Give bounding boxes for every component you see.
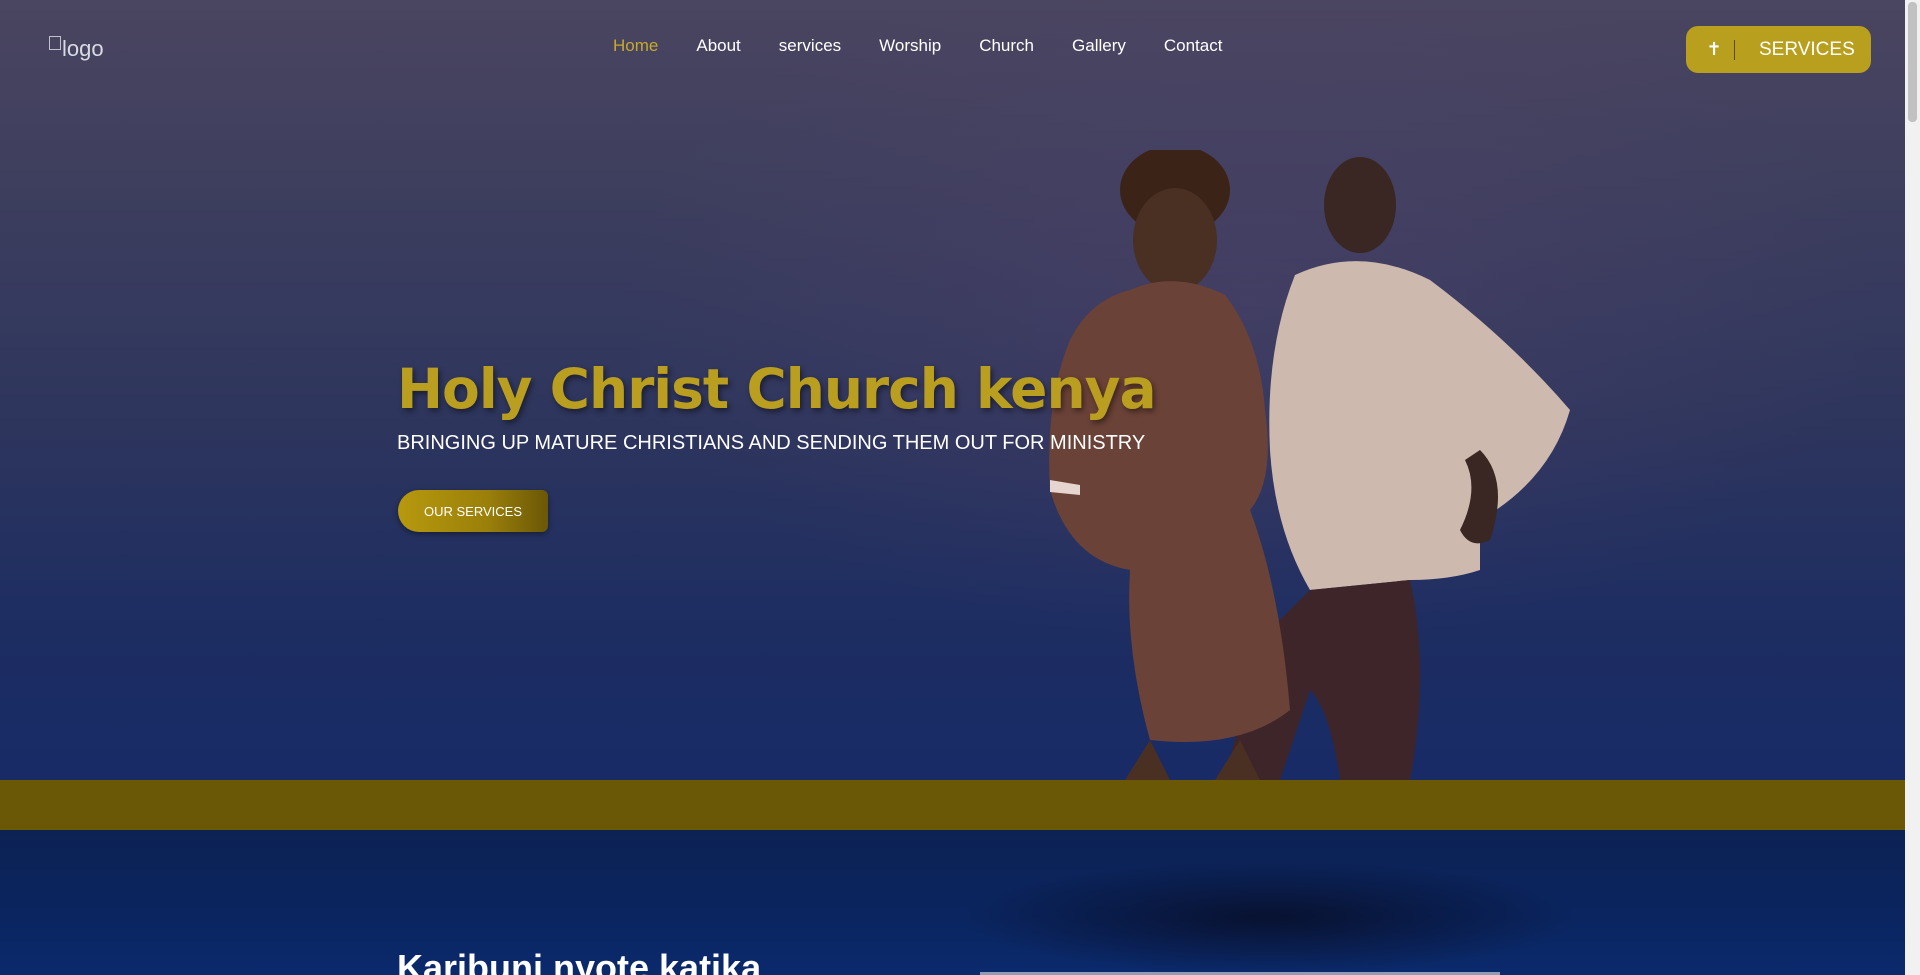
cross-icon: ✝ xyxy=(1706,39,1722,59)
hero-title: Holy Christ Church kenya xyxy=(397,357,1157,421)
logo[interactable]: logo xyxy=(49,36,109,66)
broken-image-icon xyxy=(49,36,61,50)
services-button-label: SERVICES xyxy=(1759,38,1855,60)
button-separator xyxy=(1734,39,1735,60)
welcome-title: Karibuni nyote katika xyxy=(397,947,762,975)
nav-services[interactable]: services xyxy=(779,36,841,56)
logo-alt-text: logo xyxy=(62,36,104,61)
page-viewport: logo Home About services Worship Church … xyxy=(0,0,1905,975)
nav-home[interactable]: Home xyxy=(613,36,658,56)
hero-subtitle: BRINGING UP MATURE CHRISTIANS AND SENDIN… xyxy=(397,432,1146,454)
scrollbar-thumb[interactable] xyxy=(1908,2,1917,122)
nav-worship[interactable]: Worship xyxy=(879,36,941,56)
our-services-button[interactable]: OUR SERVICES xyxy=(398,490,548,532)
nav-gallery[interactable]: Gallery xyxy=(1072,36,1126,56)
main-nav: Home About services Worship Church Galle… xyxy=(613,36,1260,56)
nav-contact[interactable]: Contact xyxy=(1164,36,1223,56)
welcome-section xyxy=(0,830,1905,975)
woman-figure xyxy=(1049,150,1290,780)
services-button[interactable]: ✝ SERVICES xyxy=(1686,26,1871,73)
pastors-photo xyxy=(1049,150,1570,780)
welcome-image-shadow xyxy=(960,860,1580,975)
nav-church[interactable]: Church xyxy=(979,36,1034,56)
gold-divider-band xyxy=(0,780,1905,830)
nav-about[interactable]: About xyxy=(696,36,740,56)
page-scrollbar[interactable] xyxy=(1905,0,1920,975)
